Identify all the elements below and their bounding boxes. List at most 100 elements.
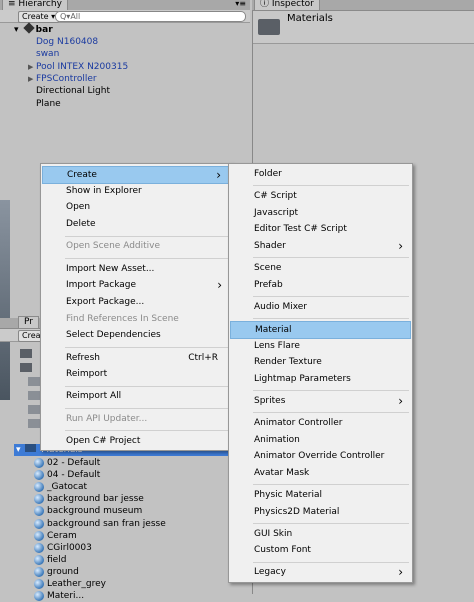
- asset-item-label: 04 - Default: [47, 470, 101, 481]
- menu-item-label: Delete: [66, 219, 96, 230]
- expand-arrow-icon[interactable]: ▾: [14, 25, 19, 35]
- asset-item-label: CGirl0003: [47, 542, 92, 553]
- menu-item-shader[interactable]: Shader ›: [230, 238, 411, 254]
- hierarchy-item-dog-n160408[interactable]: Dog N160408: [36, 36, 98, 48]
- menu-item-label: Prefab: [254, 279, 283, 290]
- menu-separator: [253, 318, 409, 320]
- menu-item-gui-skin[interactable]: GUI Skin: [230, 526, 411, 542]
- hierarchy-item-pool-intex-n200315[interactable]: Pool INTEX N200315: [36, 61, 128, 73]
- menu-item-delete[interactable]: Delete: [42, 216, 230, 232]
- hierarchy-item-fpscontroller[interactable]: FPSController: [36, 73, 97, 85]
- tab-project[interactable]: Pr: [18, 316, 39, 328]
- menu-item-label: Lightmap Parameters: [254, 373, 351, 384]
- menu-item-label: Import Package: [66, 280, 137, 291]
- inspector-header: Materials: [253, 11, 474, 44]
- menu-item-reimport[interactable]: Reimport: [42, 366, 230, 382]
- menu-item-prefab[interactable]: Prefab: [230, 277, 411, 293]
- menu-item-label: Show in Explorer: [66, 185, 142, 196]
- menu-item-label: Open Scene Additive: [66, 241, 161, 252]
- menu-item-shortcut: Ctrl+R: [188, 352, 218, 363]
- expand-arrow-icon[interactable]: ▾: [16, 445, 21, 455]
- material-sphere-icon: [34, 542, 44, 553]
- menu-item-label: Custom Font: [254, 545, 311, 556]
- material-sphere-icon: [34, 518, 44, 529]
- hierarchy-item-directional-light[interactable]: Directional Light: [36, 85, 110, 97]
- menu-separator: [253, 561, 409, 563]
- menu-separator: [253, 257, 409, 259]
- menu-item-label: Create: [67, 170, 97, 180]
- asset-item-label: background bar jesse: [47, 494, 144, 505]
- menu-item-physics2d-material[interactable]: Physics2D Material: [230, 504, 411, 520]
- menu-item-reimport-all[interactable]: Reimport All: [42, 388, 230, 404]
- menu-item-open-scene-additive[interactable]: Open Scene Additive: [42, 238, 230, 254]
- folder-icon[interactable]: [28, 377, 40, 386]
- menu-item-physic-material[interactable]: Physic Material: [230, 487, 411, 503]
- menu-item-folder[interactable]: Folder: [230, 166, 411, 182]
- menu-separator: [65, 407, 228, 409]
- menu-separator: [65, 346, 228, 348]
- menu-item-render-texture[interactable]: Render Texture: [230, 354, 411, 370]
- menu-item-scene[interactable]: Scene: [230, 260, 411, 276]
- menu-item-label: Physic Material: [254, 490, 323, 500]
- submenu-arrow-icon: ›: [216, 168, 221, 182]
- menu-item-animation[interactable]: Animation: [230, 432, 411, 448]
- menu-item-label: Render Texture: [254, 357, 322, 368]
- expand-arrow-icon[interactable]: ▶: [28, 73, 33, 85]
- create-submenu: Folder C# Script Javascript Editor Test C# …: [228, 163, 413, 583]
- menu-item-create[interactable]: Create ›: [42, 166, 230, 184]
- menu-separator: [253, 412, 409, 414]
- menu-item-find-references-in-scene[interactable]: Find References In Scene: [42, 311, 230, 327]
- menu-item-editor-test-c-script[interactable]: Editor Test C# Script: [230, 221, 411, 237]
- menu-item-open[interactable]: Open: [42, 199, 230, 215]
- menu-item-lens-flare[interactable]: Lens Flare: [230, 338, 411, 354]
- menu-item-custom-font[interactable]: Custom Font: [230, 542, 411, 558]
- menu-item-label: GUI Skin: [254, 528, 293, 539]
- menu-item-import-package[interactable]: Import Package ›: [42, 277, 230, 293]
- asset-item-label: field: [47, 554, 67, 565]
- folder-icon[interactable]: [28, 391, 40, 400]
- hierarchy-item-plane[interactable]: Plane: [36, 98, 61, 110]
- menu-item-label: Material: [255, 324, 292, 335]
- menu-item-material[interactable]: Material: [230, 320, 411, 339]
- menu-item-javascript[interactable]: Javascript: [230, 205, 411, 221]
- folder-icon[interactable]: [28, 405, 40, 414]
- tab-inspector[interactable]: ⓘ Inspector: [254, 0, 320, 10]
- menu-item-export-package[interactable]: Export Package...: [42, 294, 230, 310]
- menu-separator: [253, 390, 409, 392]
- hierarchy-create-button[interactable]: Create ▾: [18, 11, 60, 23]
- expand-arrow-icon[interactable]: ▶: [28, 61, 33, 73]
- folder-icon[interactable]: [28, 419, 40, 428]
- menu-item-import-new-asset[interactable]: Import New Asset...: [42, 261, 230, 277]
- menu-item-sprites[interactable]: Sprites ›: [230, 393, 411, 409]
- folder-icon[interactable]: [20, 349, 32, 358]
- hierarchy-toolbar: Create ▾ Q▾All: [0, 10, 250, 23]
- menu-item-legacy[interactable]: Legacy ›: [230, 564, 411, 580]
- material-sphere-icon: [34, 591, 44, 602]
- scene-view-strip: [0, 200, 10, 400]
- hierarchy-item-swan[interactable]: swan: [36, 48, 59, 60]
- hierarchy-search-input[interactable]: Q▾All: [55, 11, 246, 22]
- menu-item-refresh[interactable]: Refresh Ctrl+R: [42, 350, 230, 366]
- menu-item-open-c-project[interactable]: Open C# Project: [42, 433, 230, 449]
- menu-item-select-dependencies[interactable]: Select Dependencies: [42, 327, 230, 343]
- menu-item-c-script[interactable]: C# Script: [230, 188, 411, 204]
- tab-hierarchy[interactable]: ≡ Hierarchy: [2, 0, 68, 10]
- menu-item-audio-mixer[interactable]: Audio Mixer: [230, 299, 411, 315]
- scene-row[interactable]: ▾ bar: [14, 22, 53, 36]
- folder-icon[interactable]: [20, 363, 32, 372]
- material-sphere-icon: [34, 530, 44, 541]
- inspector-tabbar: ⓘ Inspector: [252, 0, 474, 11]
- menu-item-lightmap-parameters[interactable]: Lightmap Parameters: [230, 371, 411, 387]
- panel-menu-icon[interactable]: ▾≡: [235, 0, 246, 8]
- submenu-arrow-icon: ›: [217, 278, 222, 293]
- menu-item-animator-override-controller[interactable]: Animator Override Controller: [230, 448, 411, 464]
- menu-item-run-api-updater[interactable]: Run API Updater...: [42, 411, 230, 427]
- menu-item-label: Scene: [254, 263, 282, 274]
- menu-item-label: Animator Controller: [254, 417, 343, 428]
- menu-item-label: Folder: [254, 169, 282, 179]
- menu-item-avatar-mask[interactable]: Avatar Mask: [230, 465, 411, 481]
- submenu-arrow-icon: ›: [398, 239, 403, 254]
- menu-item-show-in-explorer[interactable]: Show in Explorer: [42, 183, 230, 199]
- menu-item-animator-controller[interactable]: Animator Controller: [230, 415, 411, 431]
- asset-item-label: _Gatocat: [47, 482, 88, 493]
